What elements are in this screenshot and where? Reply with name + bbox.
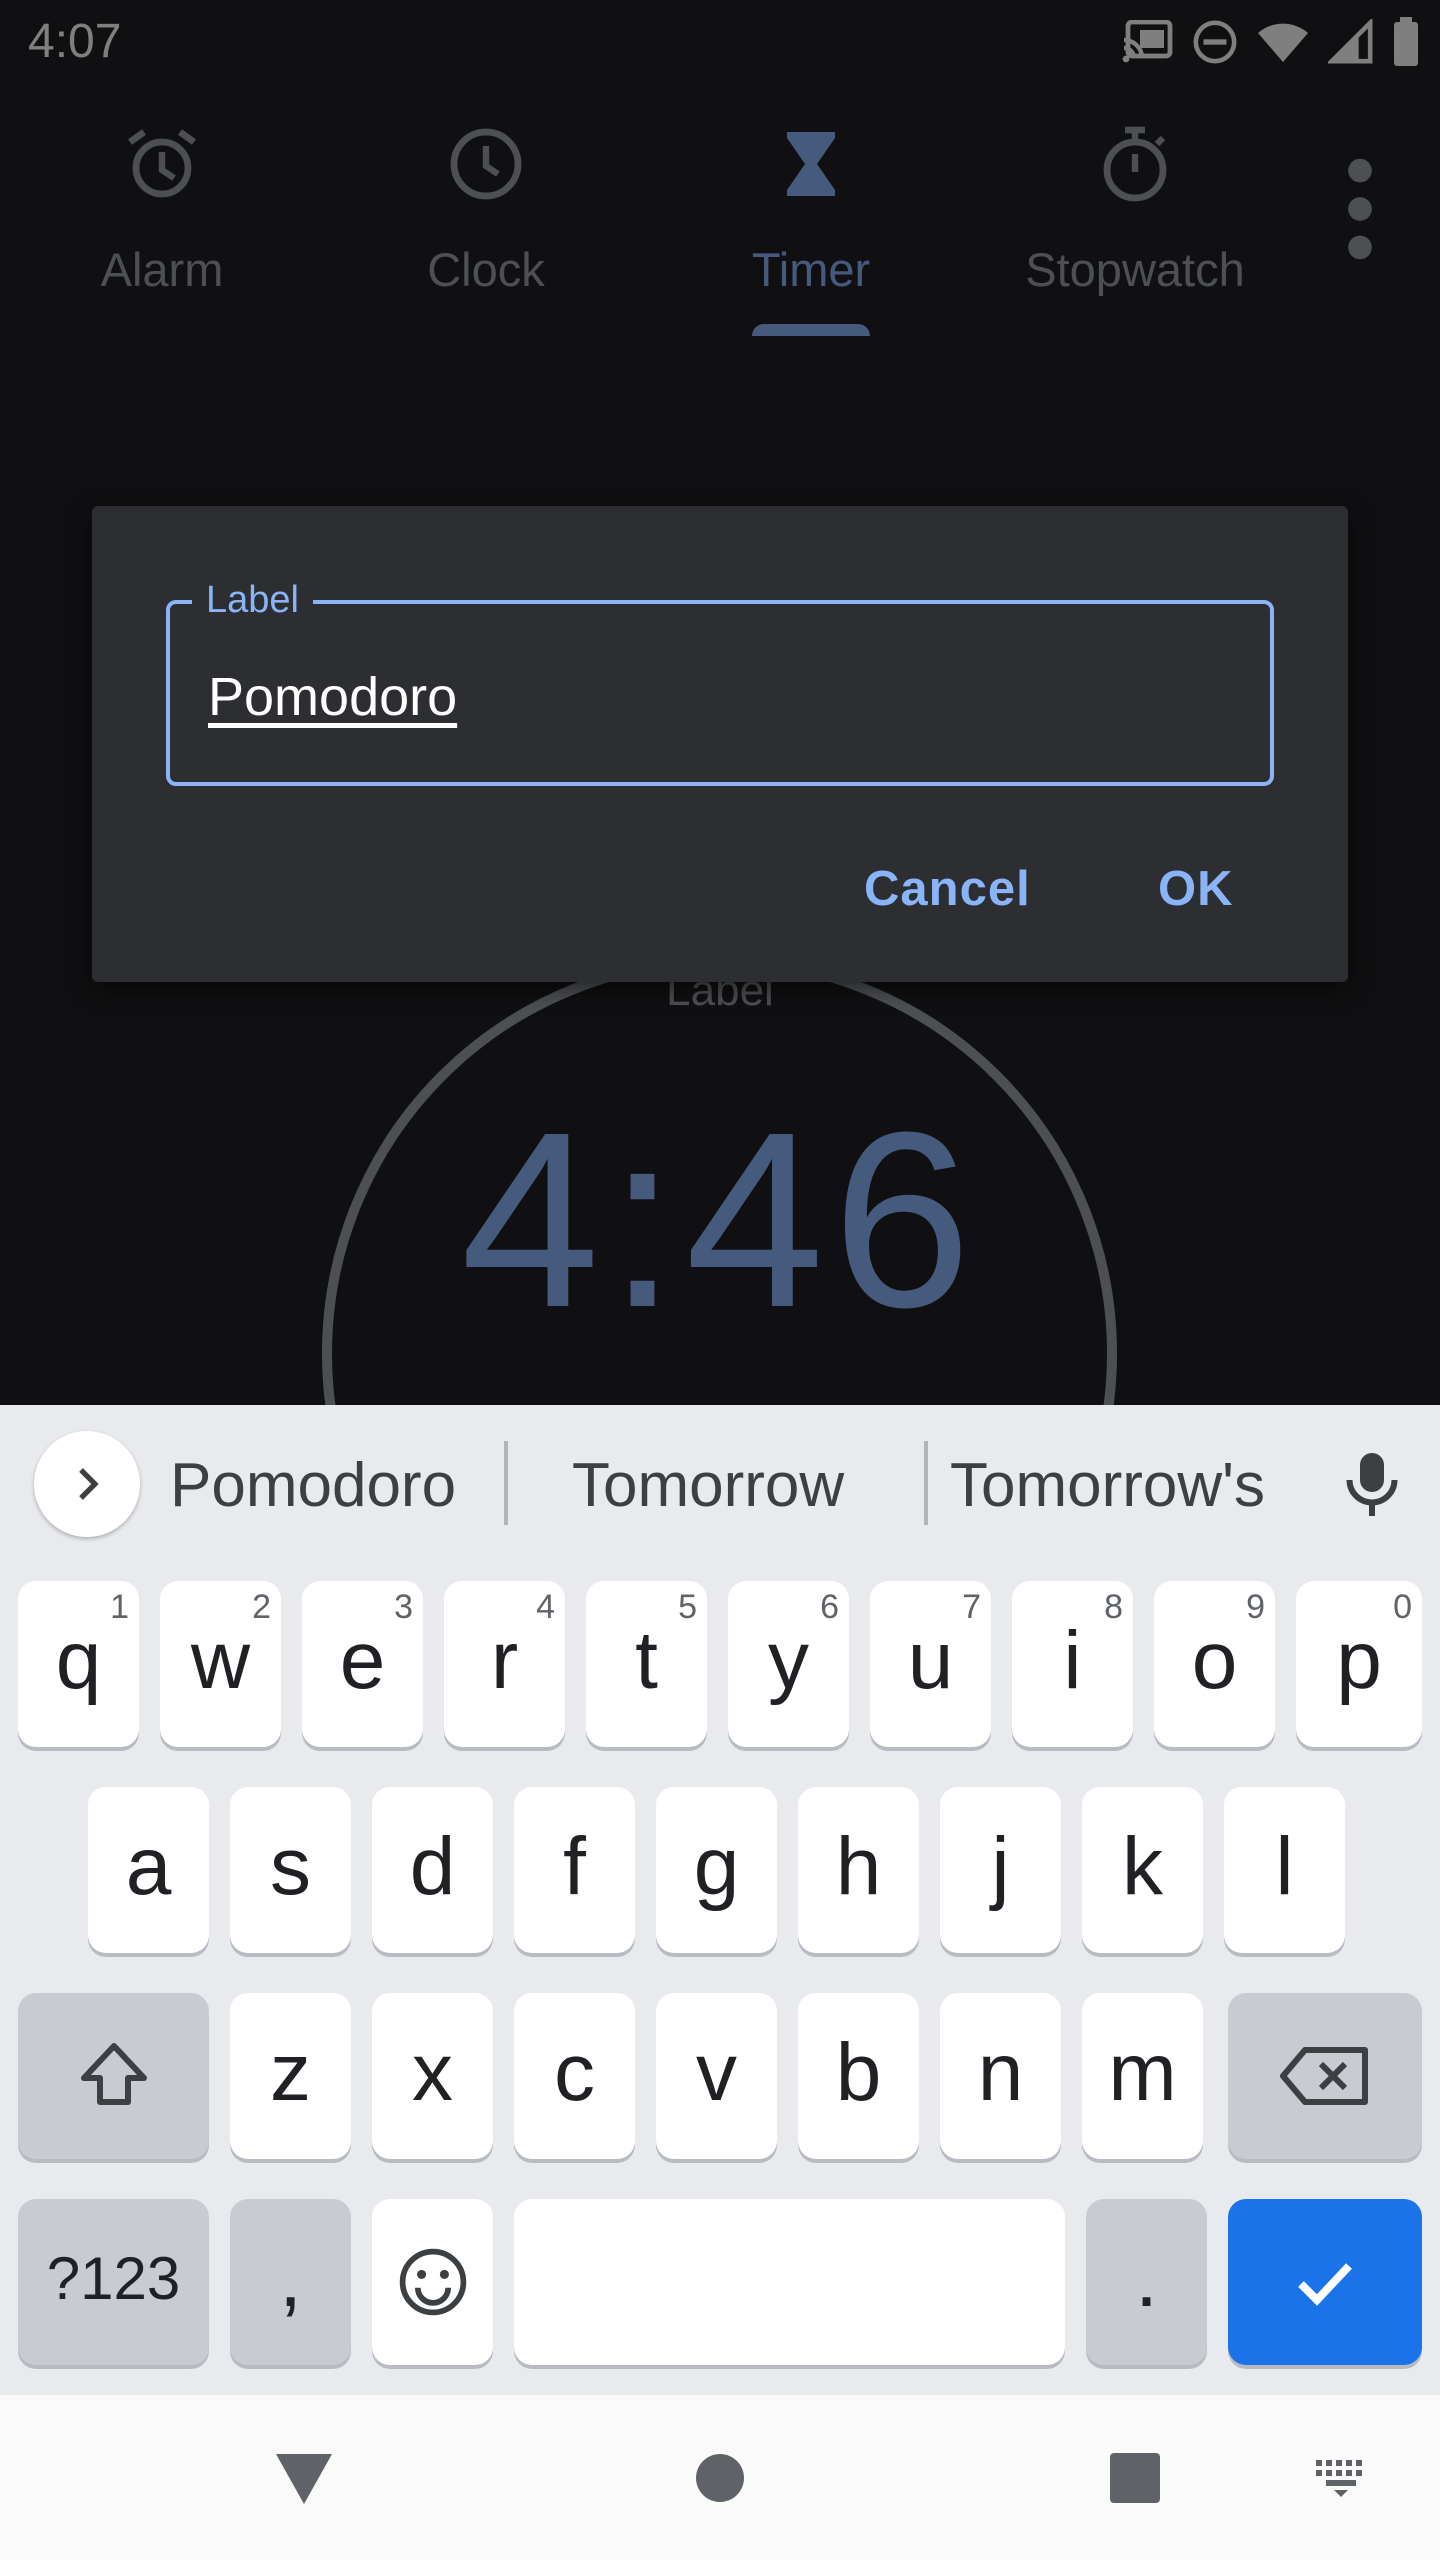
key-char: p: [1336, 1615, 1382, 1706]
key-j[interactable]: j: [940, 1787, 1061, 1953]
key-i[interactable]: i8: [1012, 1581, 1133, 1747]
suggestion-divider: [924, 1441, 928, 1525]
key-f[interactable]: f: [514, 1787, 635, 1953]
back-icon[interactable]: [272, 2448, 336, 2508]
key-n[interactable]: n: [940, 1993, 1061, 2159]
suggestion-divider: [504, 1441, 508, 1525]
key-b[interactable]: b: [798, 1993, 919, 2159]
key-hint: 9: [1246, 1588, 1265, 1626]
key-char: e: [339, 1615, 386, 1706]
key-hint: 0: [1393, 1588, 1412, 1626]
key-c[interactable]: c: [514, 1993, 635, 2159]
key-x[interactable]: x: [372, 1993, 493, 2159]
key-o[interactable]: o9: [1154, 1581, 1275, 1747]
key-hint: 1: [110, 1588, 129, 1626]
key-hint: 3: [394, 1588, 413, 1626]
key-h[interactable]: h: [798, 1787, 919, 1953]
expand-toolbar-button[interactable]: [34, 1431, 140, 1537]
suggestion-item[interactable]: Tomorrow: [572, 1441, 844, 1531]
key-char: u: [907, 1615, 954, 1706]
key-p[interactable]: p0: [1296, 1581, 1422, 1747]
backspace-key[interactable]: [1228, 1993, 1422, 2159]
key-char: y: [768, 1615, 809, 1706]
key-z[interactable]: z: [230, 1993, 351, 2159]
key-char: o: [1191, 1615, 1238, 1706]
key-q[interactable]: q1: [18, 1581, 139, 1747]
key-hint: 6: [820, 1588, 839, 1626]
clock-app: 4:07: [0, 0, 1440, 1751]
space-key[interactable]: [514, 2199, 1065, 2365]
key-hint: 4: [536, 1588, 555, 1626]
key-char: i: [1063, 1615, 1082, 1706]
comma-key[interactable]: ,: [230, 2199, 351, 2365]
label-dialog: Label Pomodoro Cancel OK: [92, 506, 1348, 982]
key-char: w: [190, 1615, 251, 1706]
key-m[interactable]: m: [1082, 1993, 1203, 2159]
shift-icon: [80, 2043, 147, 2105]
key-hint: 2: [252, 1588, 271, 1626]
key-l[interactable]: l: [1224, 1787, 1345, 1953]
key-hint: 8: [1104, 1588, 1123, 1626]
keyboard-switch-icon[interactable]: [1314, 2458, 1370, 2498]
period-key[interactable]: .: [1086, 2199, 1207, 2365]
key-char: t: [635, 1615, 658, 1706]
key-char: q: [55, 1615, 102, 1706]
key-a[interactable]: a: [88, 1787, 209, 1953]
symbols-key[interactable]: ?123: [18, 2199, 209, 2365]
microphone-icon[interactable]: [1336, 1447, 1408, 1519]
label-input-field[interactable]: Label Pomodoro: [166, 572, 1274, 786]
key-y[interactable]: y6: [728, 1581, 849, 1747]
ok-button[interactable]: OK: [1134, 834, 1258, 944]
cancel-button[interactable]: Cancel: [840, 834, 1055, 944]
key-hint: 5: [678, 1588, 697, 1626]
shift-key[interactable]: [18, 1993, 209, 2159]
navigation-bar: [0, 2395, 1440, 2560]
home-icon[interactable]: [694, 2452, 746, 2504]
emoji-key[interactable]: [372, 2199, 493, 2365]
key-w[interactable]: w2: [160, 1581, 281, 1747]
suggestion-item[interactable]: Tomorrow's: [950, 1441, 1265, 1531]
key-s[interactable]: s: [230, 1787, 351, 1953]
key-hint: 7: [962, 1588, 981, 1626]
enter-key[interactable]: [1228, 2199, 1422, 2365]
backspace-icon: [1280, 2047, 1368, 2105]
key-v[interactable]: v: [656, 1993, 777, 2159]
key-t[interactable]: t5: [586, 1581, 707, 1747]
key-r[interactable]: r4: [444, 1581, 565, 1747]
key-e[interactable]: e3: [302, 1581, 423, 1747]
label-input[interactable]: Pomodoro: [208, 666, 457, 728]
recents-icon[interactable]: [1108, 2451, 1162, 2505]
key-g[interactable]: g: [656, 1787, 777, 1953]
checkmark-icon: [1298, 2263, 1352, 2306]
emoji-icon: [399, 2248, 466, 2316]
chevron-right-icon: [79, 1468, 99, 1500]
key-char: r: [490, 1615, 519, 1706]
suggestion-item[interactable]: Pomodoro: [170, 1441, 456, 1531]
field-label: Label: [192, 572, 313, 628]
key-u[interactable]: u7: [870, 1581, 991, 1747]
on-screen-keyboard: Pomodoro Tomorrow Tomorrow's q1 w2 e3 r4…: [0, 1405, 1440, 2395]
suggestion-strip: Pomodoro Tomorrow Tomorrow's: [0, 1405, 1440, 1555]
key-k[interactable]: k: [1082, 1787, 1203, 1953]
key-d[interactable]: d: [372, 1787, 493, 1953]
